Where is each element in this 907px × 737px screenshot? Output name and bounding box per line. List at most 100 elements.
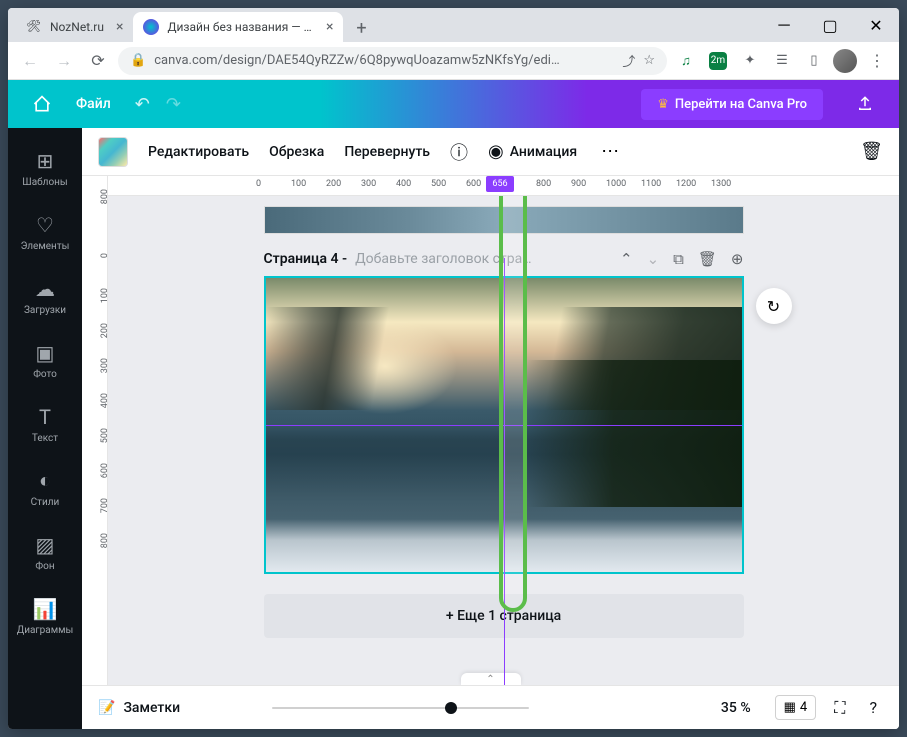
edit-button[interactable]: Редактировать <box>148 144 249 160</box>
ruler-tick: 1000 <box>606 179 626 189</box>
templates-icon: ⊞ <box>37 149 54 173</box>
tab-label: NozNet.ru <box>50 20 104 34</box>
ruler-tick: 600 <box>100 463 110 478</box>
ruler-tick: 200 <box>326 179 341 189</box>
regenerate-button[interactable]: ↻ <box>756 288 792 324</box>
sidebar-label: Фото <box>33 369 57 380</box>
share-icon[interactable]: ⤴ <box>622 51 635 70</box>
annotation-highlight <box>499 196 527 612</box>
share-button[interactable] <box>847 86 883 122</box>
move-up-button[interactable]: ⌃ <box>620 250 633 268</box>
styles-icon: ◐ <box>39 469 51 493</box>
animate-icon: ◉ <box>488 141 504 162</box>
browser-titlebar: 🛠 NozNet.ru × Дизайн без названия — 1332… <box>8 8 899 42</box>
url-input[interactable]: 🔒 canva.com/design/DAE54QyRZZw/6Q8pywqUo… <box>118 47 667 75</box>
extensions-icon[interactable]: ✦ <box>737 48 763 74</box>
ruler-tick: 800 <box>100 533 110 548</box>
file-menu[interactable]: Файл <box>76 96 111 112</box>
help-button[interactable]: ? <box>863 698 883 717</box>
page-count: 4 <box>800 700 807 715</box>
minimize-button[interactable]: ─ <box>761 8 807 42</box>
lock-icon: 🔒 <box>130 53 146 68</box>
star-icon[interactable]: ☆ <box>643 53 655 68</box>
move-down-button[interactable]: ⌄ <box>647 250 660 268</box>
undo-button[interactable]: ↶ <box>135 94 150 115</box>
ruler-tick: 800 <box>536 179 551 189</box>
zoom-handle[interactable] <box>445 702 457 714</box>
redo-button[interactable]: ↷ <box>166 94 181 115</box>
ruler-tick: 600 <box>466 179 481 189</box>
notes-button[interactable]: 📝 Заметки <box>98 700 180 716</box>
more-button[interactable]: ⋯ <box>601 141 619 162</box>
reload-button[interactable]: ⟳ <box>84 47 112 75</box>
forward-button[interactable]: → <box>50 47 78 75</box>
sidebar-item-templates[interactable]: ⊞Шаблоны <box>8 136 82 200</box>
sidebar-label: Диаграммы <box>17 625 74 636</box>
extension-icon[interactable]: ▯ <box>801 48 827 74</box>
background-icon: ▨ <box>36 533 55 557</box>
info-button[interactable]: ⓘ <box>450 139 468 165</box>
fullscreen-button[interactable]: ⛶ <box>828 698 851 718</box>
add-page-button[interactable]: ⊕ <box>731 250 744 268</box>
elements-icon: ♡ <box>36 213 54 237</box>
zoom-slider[interactable] <box>192 698 709 718</box>
flip-button[interactable]: Перевернуть <box>344 144 430 160</box>
ruler-tick: 1300 <box>711 179 731 189</box>
animate-button[interactable]: ◉Анимация <box>488 141 577 162</box>
page-number-label: Страница 4 - <box>264 251 348 267</box>
ruler-position-marker[interactable]: 656 <box>486 176 514 192</box>
close-tab-icon[interactable]: × <box>326 19 333 35</box>
side-panel: ⊞Шаблоны ♡ Элементы ☁Загрузки ▣Фото T Текс… <box>8 128 82 729</box>
delete-page-button[interactable]: 🗑 <box>698 250 717 268</box>
profile-avatar[interactable] <box>833 49 857 73</box>
duplicate-button[interactable]: ⧉ <box>673 250 684 268</box>
ruler-tick: 1100 <box>641 179 661 189</box>
zoom-value[interactable]: 35 % <box>721 700 751 716</box>
browser-tab[interactable]: Дизайн без названия — 1332 × <box>133 12 343 42</box>
sidebar-item-charts[interactable]: 📊Диаграммы <box>8 584 82 648</box>
ruler-tick: 200 <box>100 323 110 338</box>
notes-label: Заметки <box>123 700 180 716</box>
color-picker[interactable] <box>98 137 128 167</box>
sidebar-label: Стили <box>31 497 60 508</box>
pro-label: Перейти на Canva Pro <box>675 97 807 112</box>
sidebar-item-photos[interactable]: ▣Фото <box>8 328 82 392</box>
new-tab-button[interactable]: + <box>347 14 375 42</box>
canvas-scroll[interactable]: Страница 4 - Добавьте заголовок стра… ⌃ … <box>108 196 899 685</box>
page-count-button[interactable]: ▦ 4 <box>775 695 817 720</box>
sidebar-item-background[interactable]: ▨ Фон <box>8 520 82 584</box>
close-window-button[interactable]: ✕ <box>853 8 899 42</box>
menu-button[interactable]: ⋮ <box>863 47 891 75</box>
ruler-tick: 700 <box>100 498 110 513</box>
design-canvas[interactable]: ↻ <box>264 276 744 574</box>
vertical-ruler: 800 0 100 200 300 400 500 600 700 800 <box>82 176 108 685</box>
panel-expand-handle[interactable]: ⌃ <box>461 673 521 685</box>
extension-badge[interactable]: 2m <box>705 48 731 74</box>
maximize-button[interactable]: ▢ <box>807 8 853 42</box>
sidebar-label: Фон <box>35 561 54 572</box>
sidebar-label: Элементы <box>21 241 70 252</box>
address-bar: ← → ⟳ 🔒 canva.com/design/DAE54QyRZZw/6Q8… <box>8 42 899 80</box>
close-tab-icon[interactable]: × <box>116 19 123 35</box>
pages-icon: ▦ <box>784 700 796 715</box>
sidebar-label: Текст <box>32 433 58 444</box>
extension-icon[interactable]: ♫ <box>673 48 699 74</box>
ruler-tick: 300 <box>361 179 376 189</box>
back-button[interactable]: ← <box>16 47 44 75</box>
upgrade-pro-button[interactable]: ♛ Перейти на Canva Pro <box>641 89 823 120</box>
ruler-tick: 100 <box>100 288 110 303</box>
url-text: canva.com/design/DAE54QyRZZw/6Q8pywqUoaz… <box>154 53 614 68</box>
delete-button[interactable]: 🗑 <box>860 141 883 162</box>
sidebar-item-text[interactable]: T Текст <box>8 392 82 456</box>
text-icon: T <box>39 405 51 429</box>
ruler-tick: 0 <box>100 253 110 258</box>
sidebar-item-styles[interactable]: ◐ Стили <box>8 456 82 520</box>
browser-tab[interactable]: 🛠 NozNet.ru × <box>16 12 133 42</box>
sidebar-item-elements[interactable]: ♡ Элементы <box>8 200 82 264</box>
sidebar-item-uploads[interactable]: ☁Загрузки <box>8 264 82 328</box>
crop-button[interactable]: Обрезка <box>269 144 324 160</box>
page-title-input[interactable]: Добавьте заголовок стра… <box>355 251 612 267</box>
extension-icon[interactable]: ☰ <box>769 48 795 74</box>
home-button[interactable] <box>24 86 60 122</box>
tab-label: Дизайн без названия — 1332 <box>167 20 314 34</box>
